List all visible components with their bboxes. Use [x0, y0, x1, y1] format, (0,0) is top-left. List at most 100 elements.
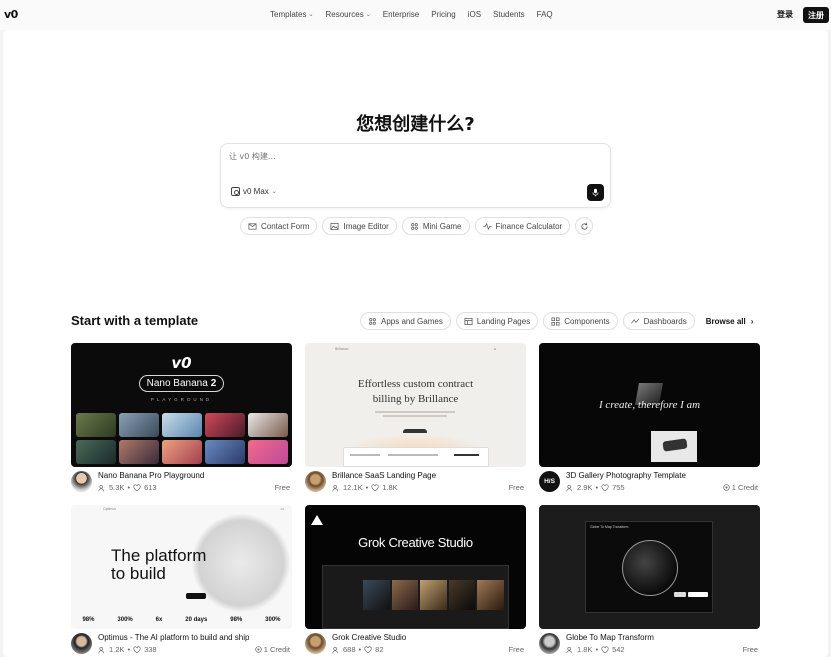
nav-item-label: Templates: [270, 10, 307, 19]
model-icon: [231, 187, 240, 196]
suggestion-mini-game[interactable]: Mini Game: [401, 217, 470, 235]
template-title[interactable]: Globe To Map Transform: [566, 633, 654, 642]
login-link[interactable]: 登录: [777, 9, 793, 20]
nav-item-pricing[interactable]: Pricing: [431, 10, 455, 19]
nav-item-enterprise[interactable]: Enterprise: [383, 10, 419, 19]
heart-icon[interactable]: [364, 645, 372, 654]
separator-dot: •: [127, 645, 131, 654]
template-card[interactable]: Optimus ••• The platform to build 98% 300%…: [71, 505, 292, 657]
activity-icon: [482, 222, 492, 230]
v0-logo: v0: [171, 354, 192, 372]
suggestion-image-editor[interactable]: Image Editor: [322, 217, 397, 235]
users-icon: [98, 646, 104, 653]
hero-title: 您想创建什么?: [356, 114, 475, 135]
thumb-stat: 98%: [82, 617, 95, 623]
suggestion-contact-form[interactable]: Contact Form: [240, 217, 318, 235]
category-landing-pages[interactable]: Landing Pages: [455, 312, 539, 330]
v0-logo[interactable]: v0: [4, 8, 18, 21]
template-card[interactable]: v0 Nano Banana 2 PLAYGROUND Nano Banana P…: [71, 343, 292, 498]
template-stats: 2.9K • 755: [566, 483, 625, 492]
template-card[interactable]: Globe To Map Transform Globe To Map Tran…: [539, 505, 760, 657]
template-thumbnail[interactable]: Grok Creative Studio: [305, 505, 526, 629]
heart-icon[interactable]: [133, 645, 141, 654]
avatar[interactable]: [71, 633, 92, 654]
microphone-button[interactable]: [587, 184, 604, 201]
price-label: 1 Credit: [731, 483, 758, 492]
thumb-headline-line: The platform: [111, 546, 207, 565]
template-thumbnail[interactable]: Optimus ••• The platform to build 98% 300%…: [71, 505, 292, 629]
main-panel: 您想创建什么? v0 Max ⌄ Contact Form Image Edit…: [3, 30, 828, 657]
category-label: Components: [564, 316, 610, 326]
thumb-button: [674, 592, 686, 597]
gamepad-icon: [410, 222, 418, 230]
template-meta: Nano Banana Pro Playground 5.3K • 613 Fr…: [71, 470, 292, 498]
template-title[interactable]: Brillance SaaS Landing Page: [332, 471, 436, 480]
likes-count: 542: [612, 645, 625, 654]
avatar[interactable]: [305, 633, 326, 654]
model-selector[interactable]: v0 Max ⌄: [231, 187, 277, 196]
avatar[interactable]: [71, 471, 92, 492]
heart-icon[interactable]: [133, 483, 141, 492]
category-components[interactable]: Components: [543, 312, 618, 330]
users-icon: [332, 484, 338, 491]
thumb-stat: 6x: [155, 617, 163, 623]
thumb-topbar: Brillance ●: [335, 347, 496, 353]
thumb-dashboard-preview: [343, 447, 489, 467]
thumb-stat: 98%: [230, 617, 243, 623]
thumb-headline-line: Effortless custom contract: [357, 378, 474, 390]
users-count: 5.3K: [109, 483, 125, 492]
template-title[interactable]: Grok Creative Studio: [332, 633, 406, 642]
thumb-headline: Grok Creative Studio: [358, 535, 473, 550]
avatar[interactable]: [305, 471, 326, 492]
signup-button[interactable]: 注册: [803, 7, 829, 23]
nav-links: Templates ⌄ Resources ⌄ Enterprise Pricing…: [270, 10, 553, 19]
nav-item-students[interactable]: Students: [493, 10, 525, 19]
template-thumbnail[interactable]: I create, therefore I am: [539, 343, 760, 467]
browse-all-link[interactable]: Browse all ›: [706, 317, 754, 326]
nav-item-ios[interactable]: iOS: [468, 10, 481, 19]
microphone-icon: [592, 188, 599, 197]
heart-icon[interactable]: [371, 483, 379, 492]
users-count: 688: [343, 645, 356, 654]
heart-icon[interactable]: [601, 645, 609, 654]
separator-dot: •: [358, 645, 362, 654]
template-price: Free: [509, 645, 524, 654]
template-thumbnail[interactable]: Globe To Map Transform: [539, 505, 760, 629]
thumb-badge: Nano Banana 2: [139, 375, 224, 392]
template-thumbnail[interactable]: v0 Nano Banana 2 PLAYGROUND: [71, 343, 292, 467]
likes-count: 82: [375, 645, 384, 654]
template-card[interactable]: Brillance ● Effortless custom contract bil…: [305, 343, 526, 498]
avatar[interactable]: [539, 633, 560, 654]
category-dashboards[interactable]: Dashboards: [622, 312, 695, 330]
category-label: Apps and Games: [381, 316, 443, 326]
category-apps-and-games[interactable]: Apps and Games: [360, 312, 451, 330]
template-title[interactable]: Nano Banana Pro Playground: [98, 471, 204, 480]
users-icon: [332, 646, 338, 653]
thumb-app-preview: [322, 565, 509, 629]
nav-item-templates[interactable]: Templates ⌄: [270, 10, 314, 19]
nav-item-resources[interactable]: Resources ⌄: [326, 10, 371, 19]
separator-dot: •: [595, 483, 599, 492]
template-card[interactable]: I create, therefore I am H/S 3D Gallery …: [539, 343, 760, 498]
thumb-subtitle: PLAYGROUND: [150, 397, 213, 402]
template-stats: 1.2K • 338: [98, 645, 157, 654]
thumb-brand: Brillance: [335, 347, 349, 351]
nav-item-faq[interactable]: FAQ: [537, 10, 553, 19]
users-icon: [98, 484, 104, 491]
likes-count: 755: [612, 483, 625, 492]
template-title[interactable]: Optimus - The AI platform to build and s…: [98, 633, 249, 642]
template-thumbnail[interactable]: Brillance ● Effortless custom contract bil…: [305, 343, 526, 467]
suggestion-finance-calculator[interactable]: Finance Calculator: [474, 217, 571, 235]
template-card[interactable]: Grok Creative Studio Grok Creative Studi…: [305, 505, 526, 657]
template-price: 1 Credit: [723, 483, 758, 492]
chevron-down-icon: ⌄: [308, 12, 314, 18]
template-title[interactable]: 3D Gallery Photography Template: [566, 471, 686, 480]
thumb-stats-row: 98% 300% 6x 20 days 98% 300%: [71, 617, 292, 623]
chevron-right-icon: ›: [750, 316, 754, 326]
apps-icon: [369, 317, 376, 325]
refresh-suggestions-button[interactable]: [575, 217, 594, 235]
heart-icon[interactable]: [601, 483, 609, 492]
template-meta: Grok Creative Studio 688 • 82 Free: [305, 632, 526, 657]
prompt-input[interactable]: [229, 152, 589, 161]
avatar[interactable]: H/S: [539, 471, 560, 492]
